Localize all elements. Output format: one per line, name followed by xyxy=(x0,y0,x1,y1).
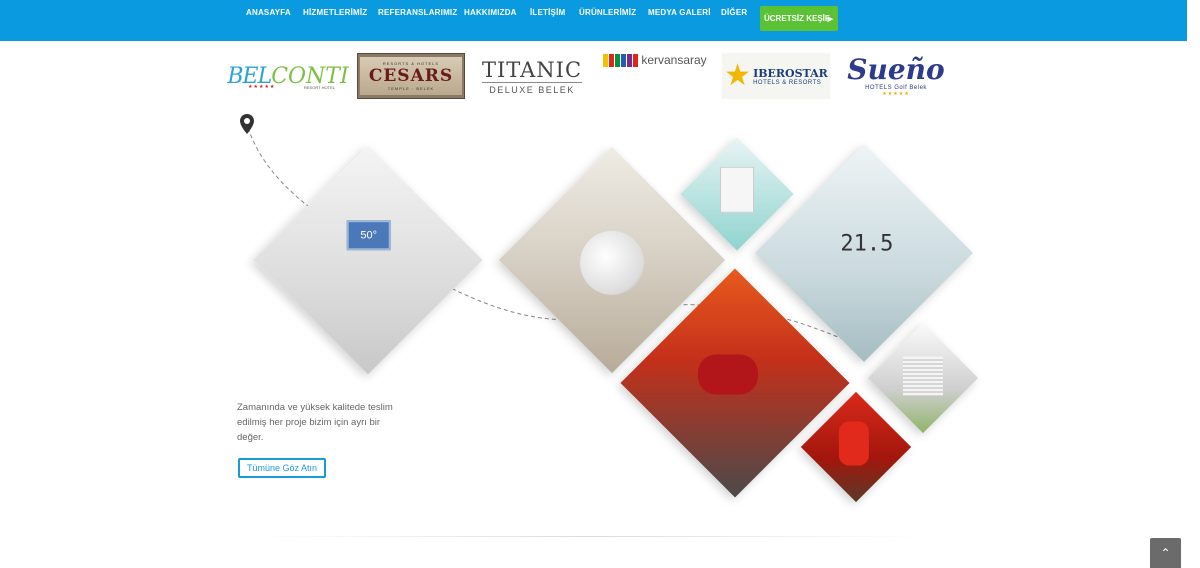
page: ANASAYFA HİZMETLERİMİZ REFERANSLARIMIZ H… xyxy=(0,0,1200,568)
boiler-display: 50° xyxy=(346,220,391,251)
view-all-button[interactable]: Tümüne Göz Atın xyxy=(238,458,326,478)
thermostat-display: 21.5 xyxy=(840,231,894,257)
chevron-up-icon: ⌃ xyxy=(1160,546,1171,560)
intro-description: Zamanında ve yüksek kalitede teslim edil… xyxy=(237,402,393,443)
back-to-top-button[interactable]: ⌃ xyxy=(1150,538,1181,568)
section-divider xyxy=(255,536,925,537)
map-pin-icon xyxy=(240,114,254,134)
